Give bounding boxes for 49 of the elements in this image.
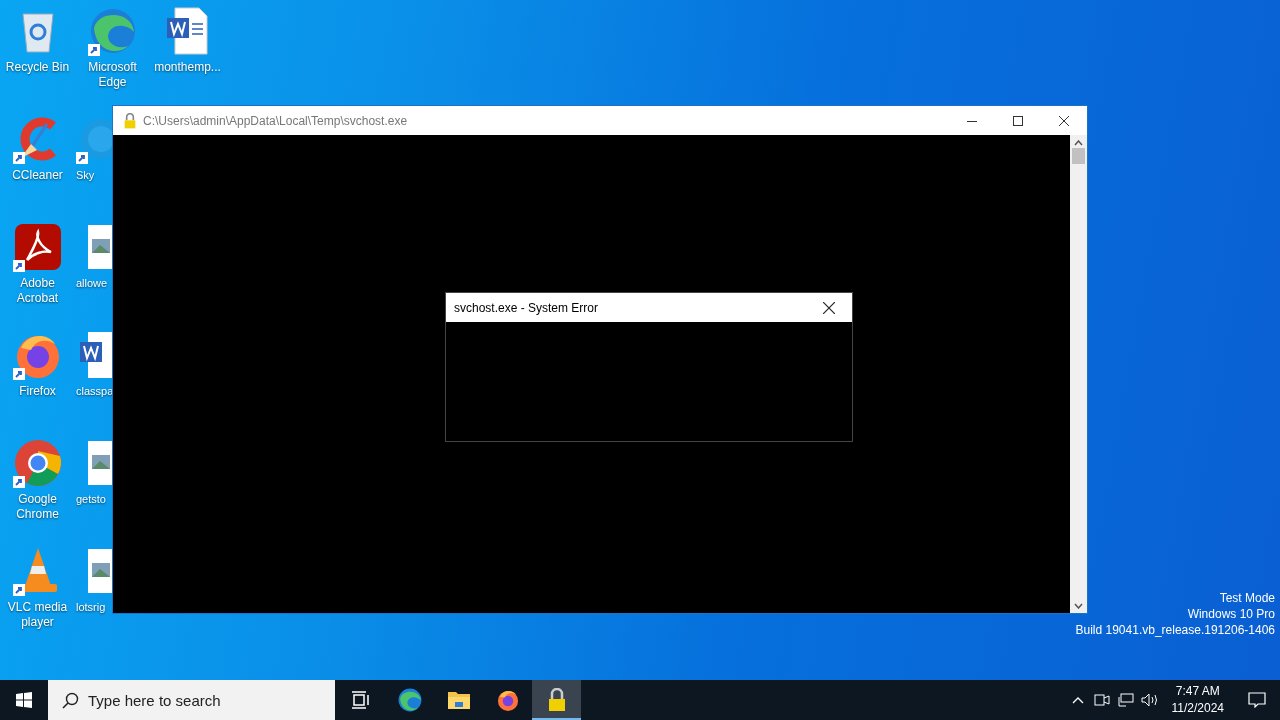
shortcut-arrow-icon [87, 44, 100, 56]
search-field[interactable]: Type here to search [48, 680, 335, 720]
scrollbar[interactable] [1070, 135, 1087, 613]
desktop-icon-label[interactable]: getsto [76, 492, 106, 507]
firefox-icon [495, 688, 520, 712]
padlock-icon [123, 112, 137, 129]
desktop-icon-label[interactable]: Adobe Acrobat [1, 276, 74, 306]
shortcut-arrow-icon [12, 152, 25, 164]
desktop-icon-label[interactable]: Sky [76, 168, 95, 183]
scroll-down-icon [1074, 603, 1083, 609]
shortcut-arrow-icon [12, 476, 25, 488]
close-icon [1059, 115, 1069, 126]
dialog-title: svchost.exe - System Error [454, 300, 599, 315]
desktop-icon-label[interactable]: allowe [76, 276, 108, 291]
shortcut-arrow-icon [12, 260, 25, 272]
windows-build-info: Test Mode [1219, 590, 1275, 606]
desktop-icon-label[interactable]: classpa [76, 384, 114, 399]
clock[interactable]: 7:47 AM 11/2/2024 [1161, 683, 1234, 717]
desktop-icon-label[interactable]: Google Chrome [1, 492, 74, 522]
task-view-icon [350, 691, 371, 709]
desktop-icon-label[interactable]: CCleaner [12, 168, 63, 183]
desktop-icon-label[interactable]: Microsoft Edge [76, 60, 149, 90]
image-file-icon [88, 549, 114, 593]
edge-icon [396, 687, 423, 713]
windows-build-info: Build 19041.vb_release.191206-1406 [1075, 622, 1275, 638]
image-file-icon [88, 225, 114, 269]
maximize-icon [1013, 115, 1023, 126]
desktop-icon-label[interactable]: Firefox [19, 384, 56, 399]
desktop-icon-label[interactable]: monthemp... [154, 60, 221, 75]
acrobat-icon [12, 222, 63, 272]
scroll-up-icon [1074, 140, 1083, 146]
folder-icon [446, 690, 471, 710]
shortcut-arrow-icon [12, 368, 25, 380]
desktop-icon-label[interactable]: VLC media player [1, 600, 74, 630]
desktop-icon-label[interactable]: Recycle Bin [5, 60, 70, 75]
chevron-up-icon [1071, 696, 1084, 704]
shortcut-arrow-icon [12, 584, 25, 596]
speech-bubble-icon [1248, 692, 1266, 708]
padlock-icon [546, 688, 567, 712]
scrollbar-thumb[interactable] [1072, 148, 1085, 164]
shortcut-arrow-icon [76, 152, 88, 164]
desktop-icon-label[interactable]: lotsrig [76, 600, 106, 615]
taskbar-app-button[interactable] [532, 680, 581, 720]
close-icon [823, 301, 835, 314]
image-file-icon [88, 441, 114, 485]
chrome-icon [12, 438, 63, 488]
window-title: C:\Users\admin\AppData\Local\Temp\svchost.exe [143, 113, 408, 128]
windows-build-info: Windows 10 Pro [1187, 606, 1275, 622]
windows-logo-icon [16, 692, 32, 708]
